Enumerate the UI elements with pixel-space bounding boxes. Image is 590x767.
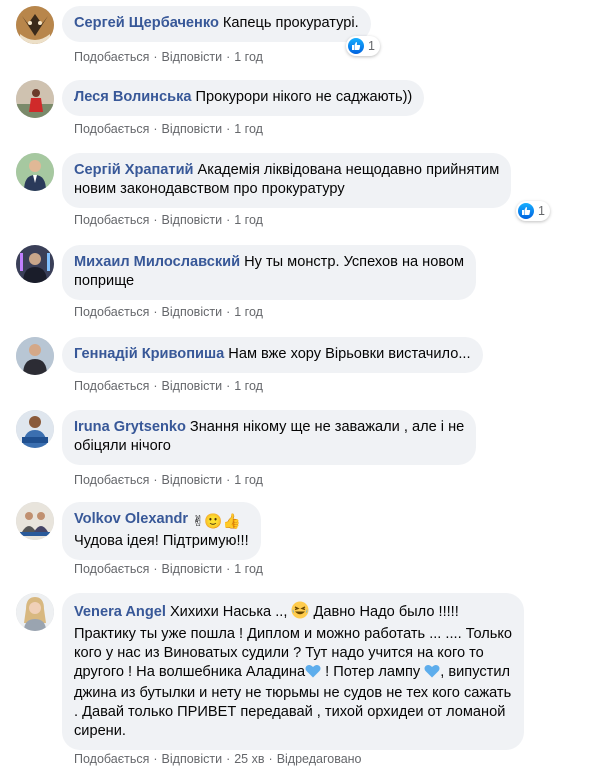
comment-actions: Подобається · Відповісти · 1 год [74, 122, 263, 136]
comment-actions: Подобається · Відповісти · 1 год [74, 562, 263, 576]
comment-author[interactable]: Михаил Милославский [74, 254, 240, 270]
comment-author[interactable]: Сергей Щербаченко [74, 15, 219, 31]
emoji-group: ✌🙂👍 [192, 514, 241, 530]
comment-bubble: Сергій Храпатий Академія ліквідована нещо… [62, 153, 512, 208]
laughing-emoji-icon [291, 601, 309, 625]
comment-text: Академія ліквідована нещодавно прийнятим [197, 162, 500, 178]
blue-heart-icon [424, 664, 440, 684]
comment-text: обіцяли нічого [74, 438, 171, 454]
comment-text: Чудова ідея! Підтримую!!! [74, 533, 249, 549]
comment-actions: Подобається · Відповісти · 1 год [74, 50, 263, 64]
reply-link[interactable]: Відповісти [162, 50, 223, 64]
comment-bubble: Volkov Olexandr ✌🙂👍 Чудова ідея! Підтримую… [62, 502, 261, 560]
comment-text: другого ! На волшебника Аладина [74, 664, 306, 680]
comment-text: Нам вже хору Вірьовки вистачило... [228, 346, 471, 362]
like-link[interactable]: Подобається [74, 50, 149, 64]
comment-text: новим законодавством про прокуратуру [74, 181, 345, 197]
like-icon [518, 203, 534, 219]
comment-text: , випустил [440, 664, 510, 680]
comment-text: Практику ты уже пошла ! Диплом и можно р… [74, 626, 513, 642]
comment-actions: Подобається · Відповісти · 1 год [74, 213, 263, 227]
comment-author[interactable]: Venera Angel [74, 604, 166, 620]
reply-link[interactable]: Відповісти [162, 305, 223, 319]
like-link[interactable]: Подобається [74, 752, 149, 766]
comment-text: Ну ты монстр. Успехов на новом [244, 254, 465, 270]
comment-bubble: Venera Angel Хихихи Наська .., Давно Надо… [62, 593, 525, 750]
like-icon [348, 38, 364, 54]
avatar[interactable] [16, 410, 54, 448]
comment-text: ! Потер лампу [325, 664, 421, 680]
comment-bubble: Геннадій Кривопиша Нам вже хору Вірьовки … [62, 337, 483, 373]
timestamp[interactable]: 1 год [234, 473, 263, 487]
avatar[interactable] [16, 245, 54, 283]
comment-actions: Подобається · Відповісти · 1 год [74, 473, 263, 487]
comment-bubble: Леся Волинська Прокурори нікого не саджаю… [62, 80, 425, 116]
comment-actions: Подобається · Відповісти · 1 год [74, 379, 263, 393]
reply-link[interactable]: Відповісти [162, 122, 223, 136]
comment-text: поприще [74, 273, 135, 289]
reaction-count[interactable]: 1 [346, 36, 380, 56]
comment-text: Капець прокуратурі. [222, 15, 359, 31]
reply-link[interactable]: Відповісти [162, 562, 223, 576]
comment-text: кого у нас из Виноватых судили ? Тут над… [74, 645, 484, 661]
like-link[interactable]: Подобається [74, 213, 149, 227]
avatar[interactable] [16, 502, 54, 540]
comment-text: сирени. [74, 723, 126, 739]
blue-heart-icon [305, 664, 321, 684]
comment-author[interactable]: Volkov Olexandr [74, 511, 188, 527]
comment-text: Давно Надо было !!!!! [313, 604, 459, 620]
comment-author[interactable]: Iruna Grytsenko [74, 419, 186, 435]
reply-link[interactable]: Відповісти [162, 379, 223, 393]
avatar[interactable] [16, 337, 54, 375]
comment-text: Знання нікому ще не заважали , але і не [189, 419, 465, 435]
reaction-count[interactable]: 1 [516, 201, 550, 221]
comment-bubble: Сергей Щербаченко Капець прокуратурі. [62, 6, 371, 42]
timestamp[interactable]: 1 год [234, 50, 263, 64]
reply-link[interactable]: Відповісти [162, 752, 223, 766]
like-link[interactable]: Подобається [74, 122, 149, 136]
timestamp[interactable]: 1 год [234, 379, 263, 393]
like-link[interactable]: Подобається [74, 305, 149, 319]
avatar[interactable] [16, 80, 54, 118]
timestamp[interactable]: 1 год [234, 122, 263, 136]
avatar[interactable] [16, 593, 54, 631]
comment-author[interactable]: Геннадій Кривопиша [74, 346, 224, 362]
timestamp[interactable]: 1 год [234, 213, 263, 227]
avatar[interactable] [16, 153, 54, 191]
comment-text: . Давай только ПРИВЕТ передавай , тихой … [74, 704, 506, 720]
reply-link[interactable]: Відповісти [162, 473, 223, 487]
comment-actions: Подобається · Відповісти · 25 хв · Відредагова… [74, 752, 362, 766]
comment-text: Прокурори нікого не саджають)) [195, 89, 413, 105]
comment-bubble: Михаил Милославский Ну ты монстр. Успехов… [62, 245, 477, 300]
comment-text: Хихихи Наська .., [169, 604, 288, 620]
comment-author[interactable]: Сергій Храпатий [74, 162, 194, 178]
edited-label[interactable]: Відредаговано [277, 752, 362, 766]
like-link[interactable]: Подобається [74, 379, 149, 393]
comment-author[interactable]: Леся Волинська [74, 89, 192, 105]
comment-text: джина из бутылки и нету не тюрьмы не суд… [74, 685, 512, 701]
like-link[interactable]: Подобається [74, 562, 149, 576]
avatar[interactable] [16, 6, 54, 44]
comment-bubble: Iruna Grytsenko Знання нікому ще не заваж… [62, 410, 477, 465]
comment-actions: Подобається · Відповісти · 1 год [74, 305, 263, 319]
timestamp[interactable]: 1 год [234, 305, 263, 319]
timestamp[interactable]: 25 хв [234, 752, 264, 766]
timestamp[interactable]: 1 год [234, 562, 263, 576]
reply-link[interactable]: Відповісти [162, 213, 223, 227]
like-link[interactable]: Подобається [74, 473, 149, 487]
